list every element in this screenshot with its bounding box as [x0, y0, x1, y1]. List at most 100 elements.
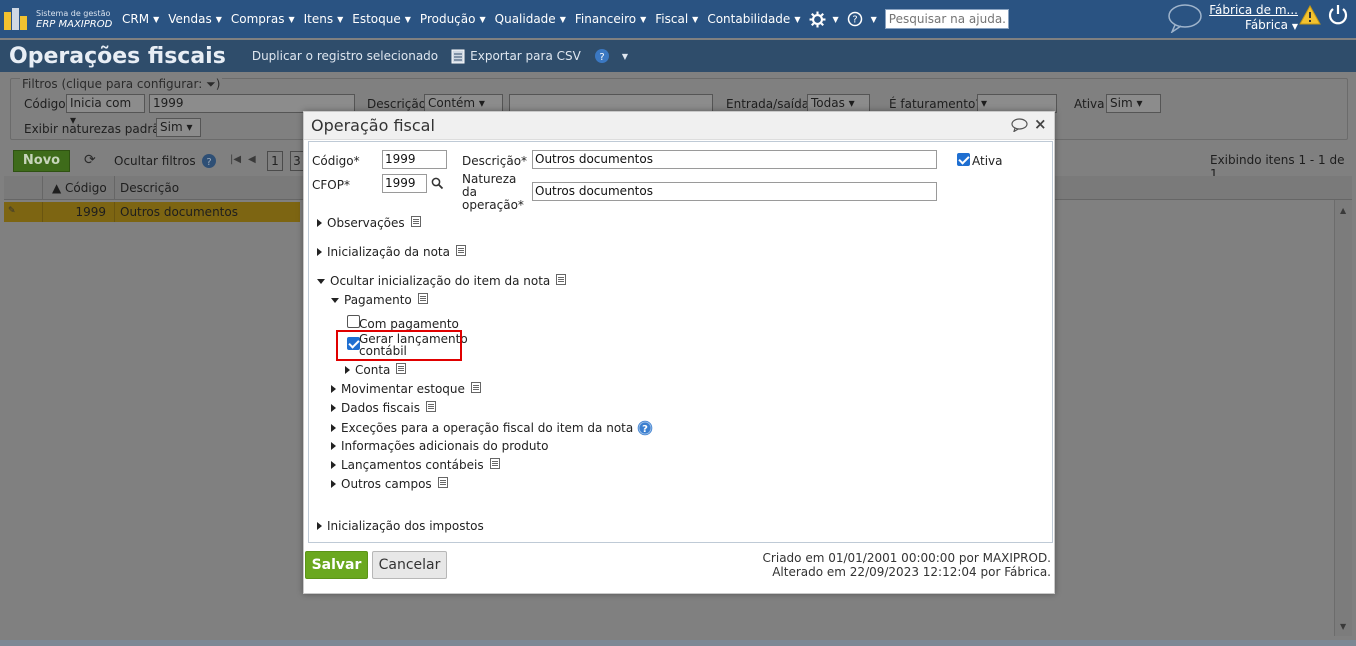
scroll-down-icon[interactable]: ▼: [1340, 622, 1346, 631]
expand-arrow-icon: [345, 366, 350, 374]
power-icon[interactable]: [1327, 4, 1349, 29]
descricao-label: Descrição*: [462, 154, 528, 168]
section-excecoes[interactable]: Exceções para a operação fiscal do item …: [331, 420, 653, 436]
chevron-down-icon: ▼: [1291, 22, 1298, 31]
document-icon[interactable]: [455, 245, 466, 259]
scroll-up-icon[interactable]: ▲: [1340, 206, 1346, 215]
bottom-strip: [0, 640, 1356, 646]
filter-codigo-operator[interactable]: Inicia com ▾: [66, 94, 145, 127]
chevron-down-icon: ▼: [404, 14, 411, 24]
company-link[interactable]: Fábrica de m...: [1209, 3, 1298, 18]
duplicate-record-button[interactable]: Duplicar o registro selecionado: [252, 49, 438, 63]
document-icon[interactable]: [396, 363, 407, 377]
expand-arrow-icon: [331, 442, 336, 450]
menu-item-contabilidade[interactable]: Contabilidade ▼: [707, 12, 800, 26]
help-icon[interactable]: ?: [637, 420, 653, 436]
top-navigation-bar: Sistema de gestão ERP MAXIPROD CRM ▼ Venda…: [0, 0, 1356, 38]
highlight-box: [336, 330, 462, 361]
chevron-down-icon: ▼: [794, 14, 801, 24]
help-menu-icon[interactable]: ? ▼: [847, 11, 877, 27]
chevron-down-icon: ▼: [621, 51, 628, 61]
prev-page-icon[interactable]: ◀: [248, 154, 256, 165]
close-icon[interactable]: ×: [1034, 115, 1047, 133]
section-pagamento[interactable]: Pagamento: [331, 293, 428, 307]
menu-item-itens[interactable]: Itens ▼: [304, 12, 344, 26]
section-observacoes[interactable]: Observações: [317, 216, 421, 230]
filter-faturamento-label: É faturamento?: [889, 97, 982, 111]
column-codigo[interactable]: ▲ Código: [52, 181, 107, 195]
chevron-down-icon: ▼: [832, 14, 839, 24]
row-edit-icon[interactable]: ✎: [8, 206, 16, 216]
section-inicializacao-nota[interactable]: Inicialização da nota: [317, 245, 466, 259]
filter-descricao-label: Descrição: [367, 97, 427, 111]
menu-item-qualidade[interactable]: Qualidade ▼: [495, 12, 566, 26]
collapse-arrow-icon: [317, 278, 325, 284]
chevron-down-icon: ▼: [153, 14, 160, 24]
section-ocultar-item[interactable]: Ocultar inicialização do item da nota: [317, 274, 567, 288]
descricao-field[interactable]: Outros documentos: [532, 150, 937, 169]
first-page-icon[interactable]: |◀: [230, 154, 241, 165]
chat-bubble-icon[interactable]: [1167, 3, 1203, 36]
comment-icon[interactable]: [1011, 118, 1028, 135]
filter-ativa-select[interactable]: Sim ▾: [1106, 94, 1161, 113]
document-icon[interactable]: [470, 382, 481, 396]
codigo-field[interactable]: 1999: [382, 150, 447, 169]
document-icon[interactable]: [417, 293, 428, 307]
logo-subtitle: Sistema de gestão: [36, 9, 111, 18]
menu-item-vendas[interactable]: Vendas ▼: [168, 12, 222, 26]
row-codigo: 1999: [75, 205, 106, 219]
filter-naturezas-label: Exibir naturezas padrão: [24, 122, 167, 136]
menu-item-producao[interactable]: Produção ▼: [420, 12, 486, 26]
erp-logo[interactable]: Sistema de gestão ERP MAXIPROD: [4, 8, 122, 30]
page-help-icon[interactable]: ? ▼: [594, 48, 628, 64]
new-button[interactable]: Novo: [13, 150, 70, 172]
column-descricao[interactable]: Descrição: [120, 181, 179, 195]
help-icon[interactable]: ?: [201, 153, 217, 172]
help-search-input[interactable]: [884, 9, 1009, 29]
document-icon[interactable]: [556, 274, 567, 288]
expand-arrow-icon: [331, 461, 336, 469]
ativa-label: Ativa: [972, 154, 1003, 168]
expand-arrow-icon: [331, 385, 336, 393]
filters-legend[interactable]: Filtros (clique para configurar: ⏷): [20, 77, 223, 92]
page-number[interactable]: 1: [267, 151, 283, 171]
table-row[interactable]: ✎ 1999 Outros documentos: [4, 202, 300, 222]
menu-item-estoque[interactable]: Estoque ▼: [352, 12, 411, 26]
menu-item-crm[interactable]: CRM ▼: [122, 12, 159, 26]
hide-filters-button[interactable]: Ocultar filtros: [114, 154, 196, 168]
menu-item-fiscal[interactable]: Fiscal ▼: [655, 12, 698, 26]
export-csv-button[interactable]: Exportar para CSV: [451, 49, 581, 64]
document-icon[interactable]: [437, 477, 448, 491]
section-dados-fiscais[interactable]: Dados fiscais: [331, 401, 436, 415]
user-area: Fábrica de m... Fábrica ▼: [1209, 3, 1298, 34]
warning-icon[interactable]: [1299, 4, 1321, 28]
filter-naturezas-select[interactable]: Sim ▾: [156, 118, 201, 137]
section-lancamentos-contabeis[interactable]: Lançamentos contábeis: [331, 458, 500, 472]
expand-arrow-icon: [317, 219, 322, 227]
cfop-field[interactable]: 1999: [382, 174, 427, 193]
dialog-title-bar[interactable]: Operação fiscal ×: [304, 112, 1054, 140]
logo-name: ERP MAXIPROD: [36, 19, 113, 30]
section-outros-campos[interactable]: Outros campos: [331, 477, 448, 491]
search-icon[interactable]: [431, 177, 444, 193]
document-icon[interactable]: [489, 458, 500, 472]
section-inicializacao-impostos[interactable]: Inicialização dos impostos: [317, 519, 484, 533]
filter-funnel-icon[interactable]: ⏷: [206, 77, 216, 91]
save-button[interactable]: Salvar: [305, 551, 368, 579]
refresh-icon[interactable]: ⟳: [84, 152, 96, 168]
document-icon[interactable]: [425, 401, 436, 415]
ativa-checkbox[interactable]: [957, 153, 970, 166]
page-number-2[interactable]: 3: [290, 151, 304, 171]
svg-text:?: ?: [599, 52, 604, 63]
menu-item-financeiro[interactable]: Financeiro ▼: [575, 12, 646, 26]
vertical-scrollbar[interactable]: ▲ ▼: [1334, 200, 1352, 636]
menu-item-compras[interactable]: Compras ▼: [231, 12, 295, 26]
section-informacoes-adicionais[interactable]: Informações adicionais do produto: [331, 439, 548, 453]
section-movimentar-estoque[interactable]: Movimentar estoque: [331, 382, 481, 396]
document-icon[interactable]: [410, 216, 421, 230]
settings-gear-icon[interactable]: ▼: [809, 11, 839, 28]
user-role-select[interactable]: Fábrica ▼: [1209, 18, 1298, 34]
cancel-button[interactable]: Cancelar: [372, 551, 447, 579]
section-conta[interactable]: Conta: [345, 363, 407, 377]
natureza-field[interactable]: Outros documentos: [532, 182, 937, 201]
